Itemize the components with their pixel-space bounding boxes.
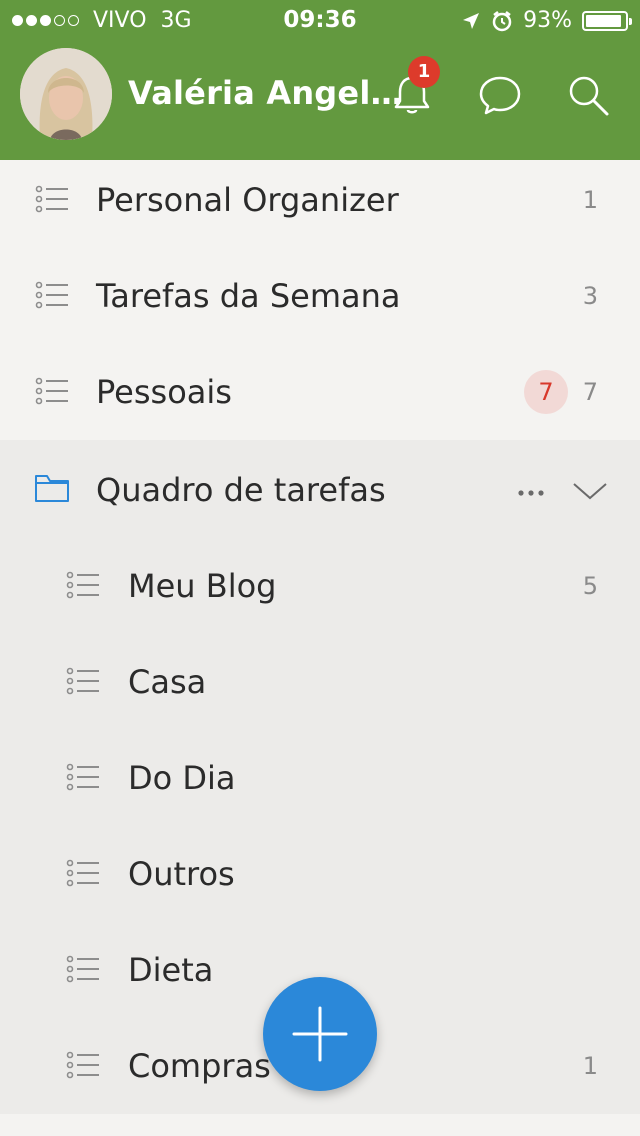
- alarm-clock-icon: [492, 10, 512, 31]
- list-label: Dieta: [128, 951, 214, 989]
- battery-fill: [586, 14, 622, 27]
- add-list-button[interactable]: [263, 977, 377, 1091]
- status-right: 93%: [461, 8, 632, 33]
- list-count: 7: [582, 378, 598, 406]
- list-icon: [35, 185, 68, 213]
- list-label: Compras: [128, 1047, 271, 1085]
- list-icon: [66, 763, 99, 791]
- list-icon: [66, 955, 99, 983]
- list-icon: [66, 667, 99, 695]
- list-icon: [35, 281, 68, 309]
- folder-icon: [35, 475, 69, 502]
- chat-bubble-icon[interactable]: [477, 72, 523, 118]
- list-label: Outros: [128, 855, 235, 893]
- list-label: Do Dia: [128, 759, 236, 797]
- user-name[interactable]: Valéria Angel…: [128, 74, 403, 112]
- notification-badge: 1: [408, 56, 440, 88]
- app-header: VIVO 3G 09:36 93% Valéria Angel… 1: [0, 0, 640, 160]
- battery-icon: [582, 10, 632, 31]
- list-item[interactable]: Do Dia: [0, 730, 640, 826]
- list-icon: [35, 377, 68, 405]
- list-item[interactable]: Casa: [0, 634, 640, 730]
- list-item[interactable]: Meu Blog 5: [0, 538, 640, 634]
- status-bar: VIVO 3G 09:36 93%: [0, 0, 640, 40]
- list-count: 3: [582, 282, 598, 310]
- chevron-down-icon[interactable]: [572, 480, 608, 502]
- folder-header[interactable]: Quadro de tarefas: [0, 442, 640, 538]
- list-count: 1: [582, 1052, 598, 1080]
- list-item[interactable]: Tarefas da Semana 3: [0, 248, 640, 344]
- list-label: Casa: [128, 663, 207, 701]
- list-item[interactable]: Outros: [0, 826, 640, 922]
- list-label: Personal Organizer: [96, 181, 399, 219]
- overdue-badge: 7: [524, 370, 568, 414]
- list-label: Meu Blog: [128, 567, 277, 605]
- list-icon: [66, 859, 99, 887]
- list-label: Pessoais: [96, 373, 232, 411]
- more-options-icon[interactable]: [516, 488, 546, 498]
- plus-icon: [292, 1006, 348, 1062]
- location-arrow-icon: [463, 12, 480, 29]
- list-label: Tarefas da Semana: [96, 277, 401, 315]
- avatar[interactable]: [20, 48, 112, 140]
- list-count: 5: [582, 572, 598, 600]
- list-count: 1: [582, 186, 598, 214]
- list-item[interactable]: Personal Organizer 1: [0, 152, 640, 248]
- search-icon[interactable]: [565, 72, 611, 118]
- folder-label: Quadro de tarefas: [96, 471, 386, 509]
- battery-percent: 93%: [523, 8, 572, 33]
- list-icon: [66, 571, 99, 599]
- list-icon: [66, 1051, 99, 1079]
